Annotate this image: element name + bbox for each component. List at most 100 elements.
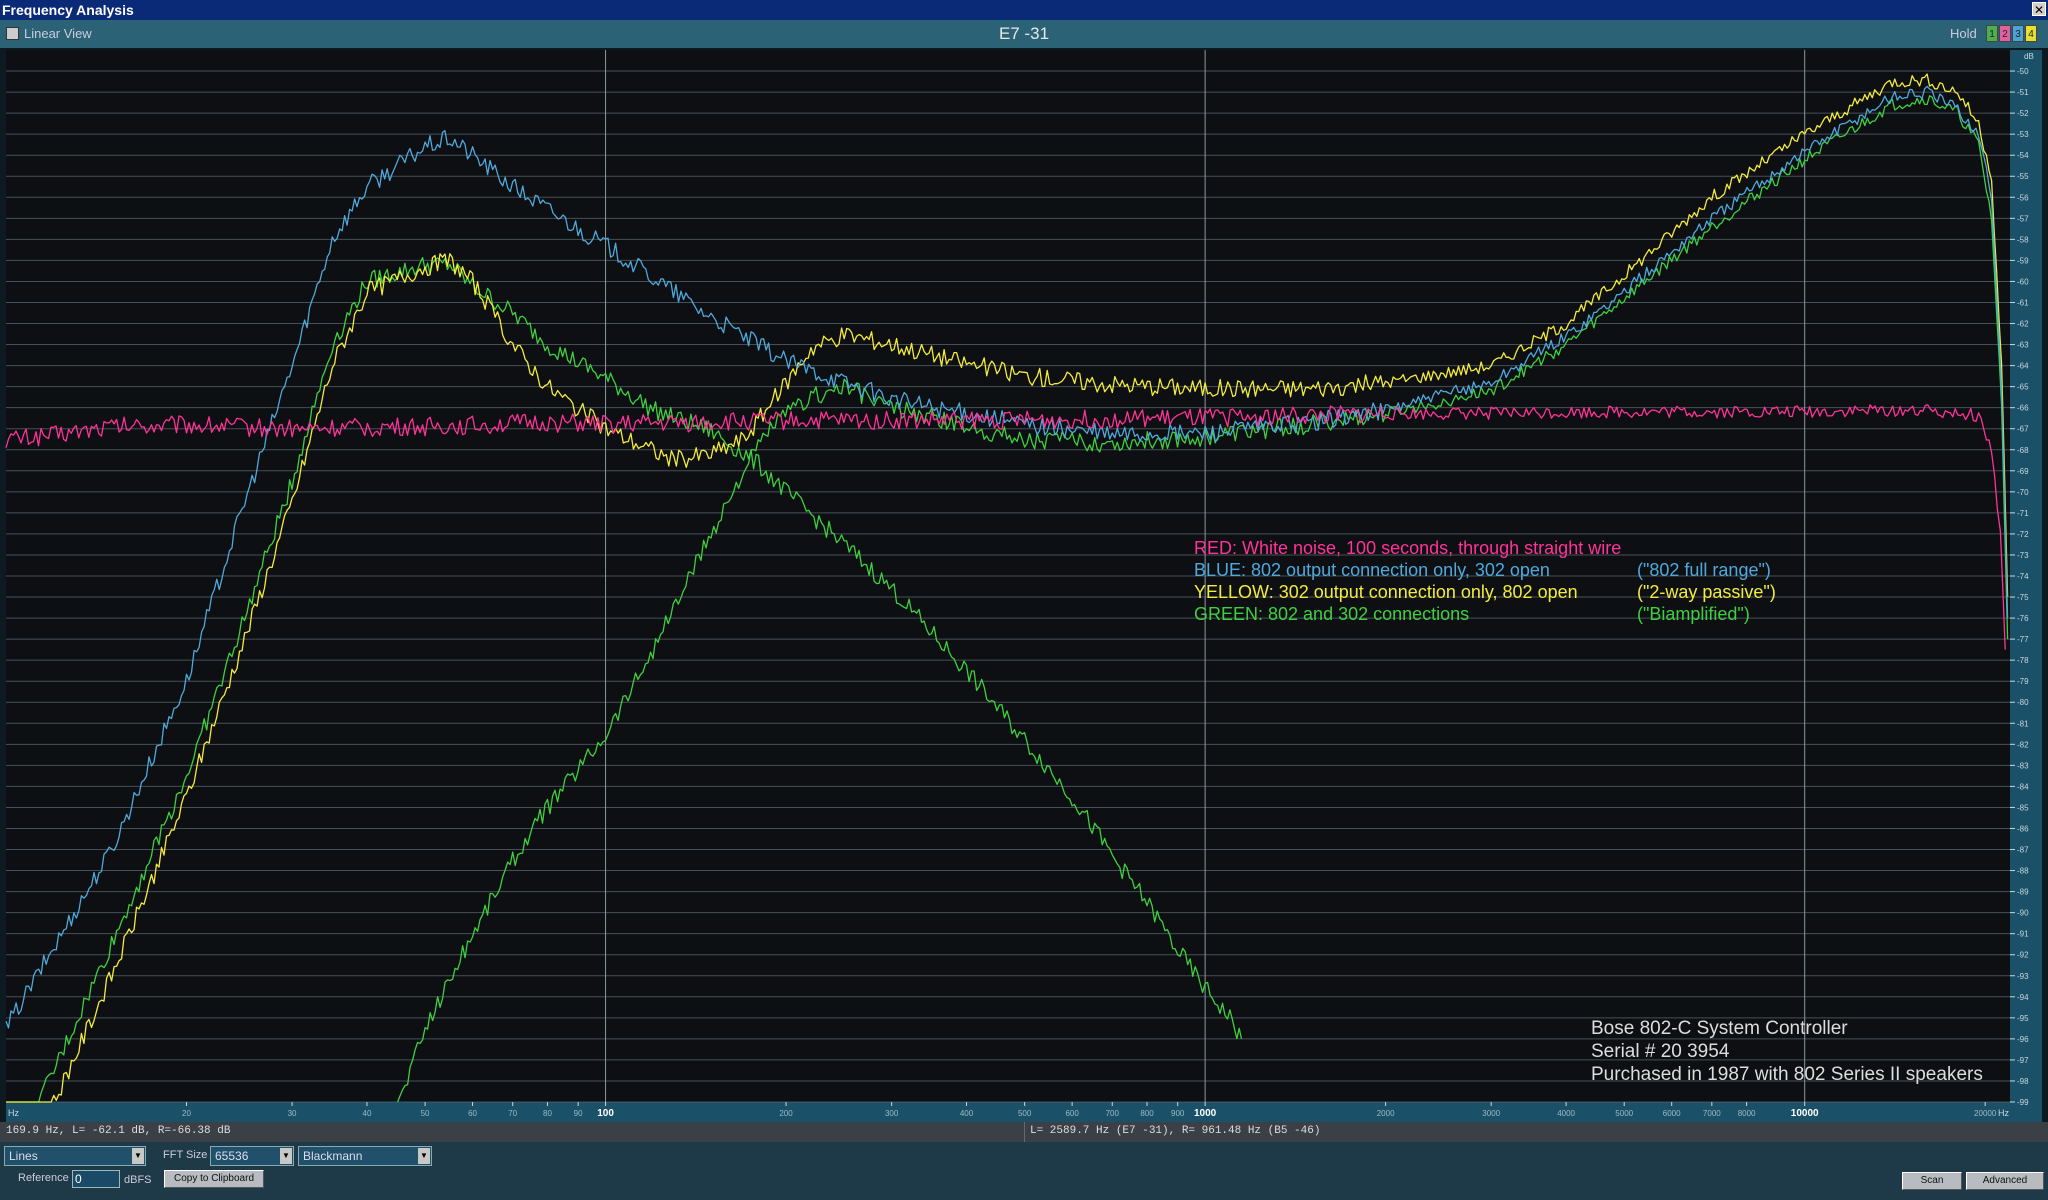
y-tick-label: -93 — [2017, 972, 2029, 981]
y-tick-label: -61 — [2017, 298, 2029, 307]
x-tick-label: 2000 — [1377, 1109, 1395, 1118]
x-tick-label: 600 — [1065, 1109, 1079, 1118]
y-tick-label: -83 — [2017, 761, 2029, 770]
display-mode-select[interactable]: Lines ▼ — [4, 1146, 146, 1166]
hold-label: Hold — [1950, 26, 1977, 41]
y-tick-label: -84 — [2017, 782, 2029, 791]
reference-unit: dBFS — [124, 1174, 152, 1186]
y-tick-label: -59 — [2017, 256, 2029, 265]
y-tick-label: -70 — [2017, 488, 2029, 497]
x-tick-label: 200 — [779, 1109, 793, 1118]
y-tick-label: -57 — [2017, 214, 2029, 223]
scan-button[interactable]: Scan — [1902, 1172, 1962, 1190]
y-tick-label: -99 — [2017, 1098, 2029, 1107]
y-tick-label: -63 — [2017, 341, 2029, 350]
y-tick-label: -76 — [2017, 614, 2029, 623]
chevron-down-icon: ▼ — [280, 1148, 292, 1164]
fft-size-label: FFT Size — [163, 1149, 208, 1161]
y-tick-label: -73 — [2017, 551, 2029, 560]
y-tick-label: -58 — [2017, 235, 2029, 244]
legend-line: YELLOW: 302 output connection only, 802 … — [1194, 582, 1578, 602]
y-tick-label: -98 — [2017, 1077, 2029, 1086]
x-tick-label: 20000 — [1974, 1109, 1997, 1118]
x-tick-label: 8000 — [1738, 1109, 1756, 1118]
y-tick-label: -86 — [2017, 824, 2029, 833]
x-tick-label: 7000 — [1703, 1109, 1721, 1118]
x-tick-label: 300 — [885, 1109, 899, 1118]
y-tick-label: -55 — [2017, 172, 2029, 181]
close-button[interactable]: ✕ — [2032, 2, 2046, 17]
hold-button-3[interactable]: 3 — [2012, 25, 2024, 42]
y-tick-label: -56 — [2017, 193, 2029, 202]
y-tick-label: -88 — [2017, 867, 2029, 876]
y-tick-label: -52 — [2017, 109, 2029, 118]
y-tick-label: -94 — [2017, 993, 2029, 1002]
y-tick-label: -67 — [2017, 425, 2029, 434]
legend-quote: ("Biamplified") — [1637, 604, 1750, 624]
y-tick-label: -64 — [2017, 362, 2029, 371]
legend-line: RED: White noise, 100 seconds, through s… — [1194, 538, 1621, 558]
legend-quote: ("2-way passive") — [1637, 582, 1776, 602]
hold-button-2[interactable]: 2 — [1999, 25, 2011, 42]
footnote-line: Bose 802-C System Controller — [1591, 1018, 1848, 1039]
y-tick-label: -95 — [2017, 1014, 2029, 1023]
y-tick-label: -69 — [2017, 467, 2029, 476]
y-tick-label: -87 — [2017, 846, 2029, 855]
x-tick-label: 800 — [1140, 1109, 1154, 1118]
y-tick-label: -74 — [2017, 572, 2029, 581]
reference-label: Reference — [18, 1172, 69, 1184]
x-tick-label: 60 — [468, 1109, 477, 1118]
footnote-line: Serial # 20 3954 — [1591, 1041, 1730, 1062]
analysis-header: Linear View E7 -31 Hold 1234 — [0, 20, 2048, 48]
y-tick-label: -66 — [2017, 404, 2029, 413]
y-tick-label: -90 — [2017, 909, 2029, 918]
y-tick-label: -79 — [2017, 677, 2029, 686]
x-unit-label: Hz — [8, 1108, 19, 1118]
hold-button-4[interactable]: 4 — [2025, 25, 2037, 42]
display-mode-value: Lines — [9, 1149, 38, 1163]
chevron-down-icon: ▼ — [418, 1148, 430, 1164]
hold-button-1[interactable]: 1 — [1986, 25, 1998, 42]
status-bar: 169.9 Hz, L= -62.1 dB, R=-66.38 dB L= 25… — [0, 1122, 2048, 1142]
y-tick-label: -50 — [2017, 67, 2029, 76]
y-tick-label: -77 — [2017, 635, 2029, 644]
y-tick-label: -91 — [2017, 930, 2029, 939]
fft-size-value: 65536 — [215, 1149, 249, 1163]
y-tick-label: -62 — [2017, 320, 2029, 329]
advanced-button[interactable]: Advanced — [1966, 1172, 2044, 1190]
x-tick-label: 700 — [1106, 1109, 1120, 1118]
window-title: Frequency Analysis — [2, 2, 134, 18]
y-tick-label: -54 — [2017, 151, 2029, 160]
y-unit-label: dB — [2024, 52, 2034, 61]
x-tick-label: 4000 — [1557, 1109, 1575, 1118]
y-tick-label: -89 — [2017, 888, 2029, 897]
status-left: 169.9 Hz, L= -62.1 dB, R=-66.38 dB — [6, 1125, 231, 1137]
y-tick-label: -65 — [2017, 383, 2029, 392]
x-tick-label: 100 — [597, 1108, 614, 1119]
y-tick-label: -71 — [2017, 509, 2029, 518]
y-tick-label: -51 — [2017, 88, 2029, 97]
window-function-select[interactable]: Blackmann ▼ — [298, 1146, 432, 1166]
footnote-line: Purchased in 1987 with 802 Series II spe… — [1591, 1064, 1983, 1085]
y-tick-label: -78 — [2017, 656, 2029, 665]
y-tick-label: -60 — [2017, 277, 2029, 286]
status-right: L= 2589.7 Hz (E7 -31), R= 961.48 Hz (B5 … — [1030, 1125, 1321, 1137]
x-tick-label: 70 — [508, 1109, 517, 1118]
status-divider — [1024, 1122, 1025, 1142]
fft-size-select[interactable]: 65536 ▼ — [210, 1146, 294, 1166]
y-tick-label: -81 — [2017, 719, 2029, 728]
reference-input[interactable] — [72, 1170, 120, 1188]
frequency-chart[interactable]: -50 -51 -52 -53 -54 -55 -56 -57 -58 -59 -60 -61 -62 -… — [0, 48, 2048, 1122]
x-unit-label: Hz — [1998, 1108, 2009, 1118]
x-tick-label: 5000 — [1615, 1109, 1633, 1118]
y-tick-label: -97 — [2017, 1056, 2029, 1065]
chevron-down-icon: ▼ — [132, 1148, 144, 1164]
x-tick-label: 10000 — [1791, 1108, 1819, 1119]
x-tick-label: 40 — [363, 1109, 372, 1118]
x-tick-label: 30 — [288, 1109, 297, 1118]
y-tick-label: -85 — [2017, 803, 2029, 812]
x-tick-label: 20 — [182, 1109, 191, 1118]
window-function-value: Blackmann — [303, 1149, 363, 1163]
x-tick-label: 90 — [574, 1109, 583, 1118]
copy-to-clipboard-button[interactable]: Copy to Clipboard — [164, 1170, 264, 1188]
